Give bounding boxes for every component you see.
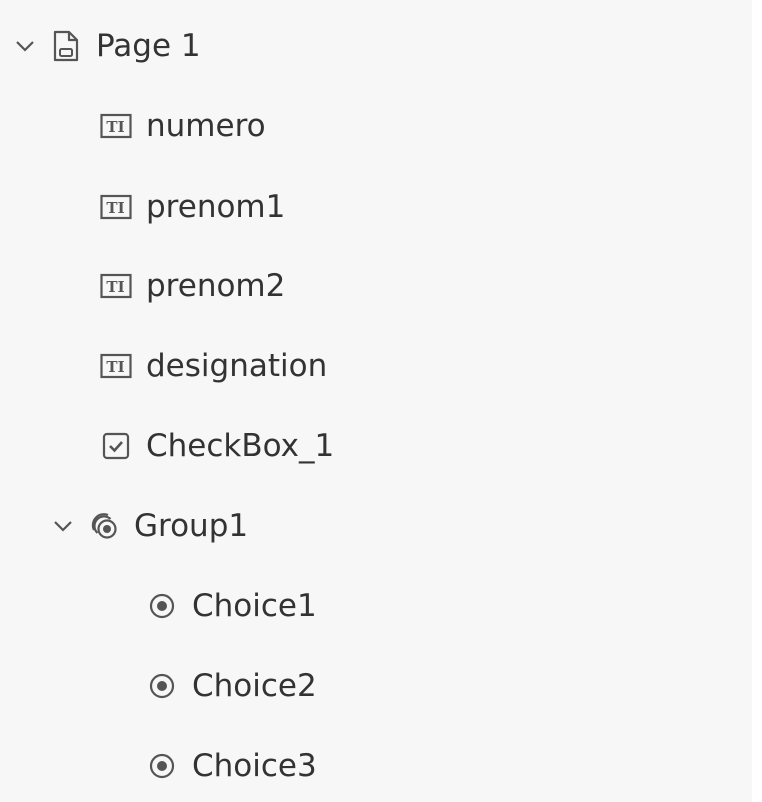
tree-item-label: prenom2	[146, 267, 286, 304]
text-field-icon: TI	[100, 270, 132, 302]
radio-group-icon	[88, 510, 120, 542]
text-field-icon: TI	[100, 350, 132, 382]
tree-item-label: Choice3	[192, 747, 317, 784]
chevron-down-icon[interactable]	[50, 513, 76, 539]
text-field-icon: TI	[100, 110, 132, 142]
svg-text:TI: TI	[106, 278, 124, 296]
tree-item-choice2[interactable]: Choice2	[146, 656, 317, 716]
text-field-icon: TI	[100, 191, 132, 223]
tree-item-prenom1[interactable]: TI prenom1	[100, 177, 285, 237]
tree-item-checkbox-1[interactable]: CheckBox_1	[100, 416, 334, 476]
form-fields-panel: Page 1 TI numero TI prenom1 TI prenom2 T…	[0, 0, 752, 802]
tree-item-choice1[interactable]: Choice1	[146, 576, 317, 636]
tree-item-label: Choice2	[192, 667, 317, 704]
radio-button-icon	[146, 670, 178, 702]
svg-text:TI: TI	[106, 358, 124, 376]
svg-text:TI: TI	[106, 118, 124, 136]
tree-item-label: numero	[146, 107, 266, 144]
tree-item-designation[interactable]: TI designation	[100, 336, 327, 396]
tree-item-label: Page 1	[96, 27, 201, 64]
tree-item-numero[interactable]: TI numero	[100, 96, 266, 156]
svg-text:TI: TI	[106, 199, 124, 217]
tree-item-label: Group1	[134, 507, 249, 544]
tree-item-group1[interactable]: Group1	[50, 496, 248, 556]
tree-item-label: CheckBox_1	[146, 427, 335, 464]
tree-item-label: designation	[146, 347, 328, 384]
chevron-down-icon[interactable]	[12, 33, 38, 59]
page-icon	[50, 30, 82, 62]
tree-item-label: prenom1	[146, 188, 286, 225]
tree-item-choice3[interactable]: Choice3	[146, 736, 317, 796]
checkbox-icon	[100, 430, 132, 462]
tree-item-prenom2[interactable]: TI prenom2	[100, 256, 285, 316]
radio-button-icon	[146, 590, 178, 622]
tree-item-page-1[interactable]: Page 1	[12, 16, 201, 76]
tree-item-label: Choice1	[192, 587, 317, 624]
radio-button-icon	[146, 750, 178, 782]
